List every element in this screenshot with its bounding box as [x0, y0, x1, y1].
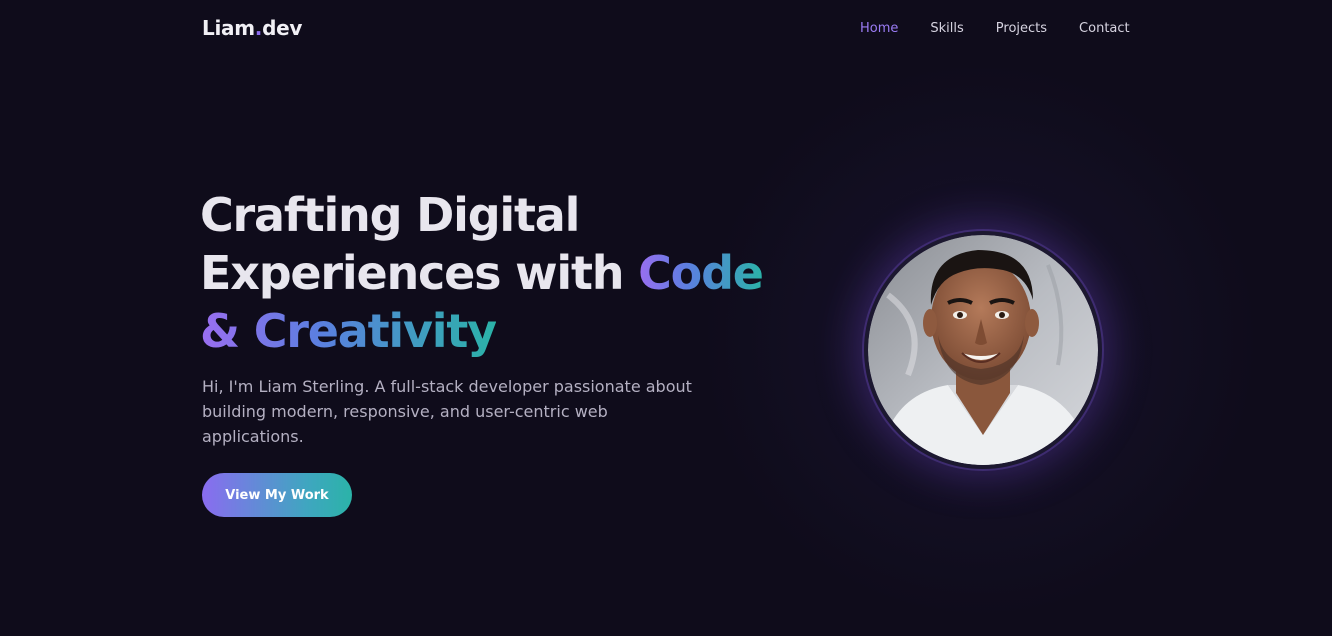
hero-title-accent-creativity: & Creativity — [200, 304, 497, 358]
nav-home[interactable]: Home — [860, 21, 898, 36]
logo-suffix: dev — [262, 16, 303, 40]
profile-photo — [868, 235, 1098, 465]
hero-title-line1: Crafting Digital — [200, 188, 580, 242]
hero-title-accent-code: Code — [638, 246, 764, 300]
hero-title: Crafting Digital Experiences with Code &… — [200, 186, 820, 360]
nav-skills[interactable]: Skills — [930, 21, 963, 36]
main-nav: Home Skills Projects Contact — [860, 21, 1130, 36]
avatar-frame — [864, 231, 1102, 469]
nav-contact[interactable]: Contact — [1079, 21, 1130, 36]
site-header: Liam.dev Home Skills Projects Contact — [0, 0, 1332, 60]
hero-title-line2: Experiences with — [200, 246, 639, 300]
view-my-work-button[interactable]: View My Work — [202, 473, 352, 517]
logo-dot: . — [254, 16, 263, 40]
hero-subtitle: Hi, I'm Liam Sterling. A full-stack deve… — [202, 377, 692, 446]
nav-projects[interactable]: Projects — [996, 21, 1047, 36]
site-logo[interactable]: Liam.dev — [202, 16, 302, 40]
logo-name: Liam — [202, 16, 255, 40]
